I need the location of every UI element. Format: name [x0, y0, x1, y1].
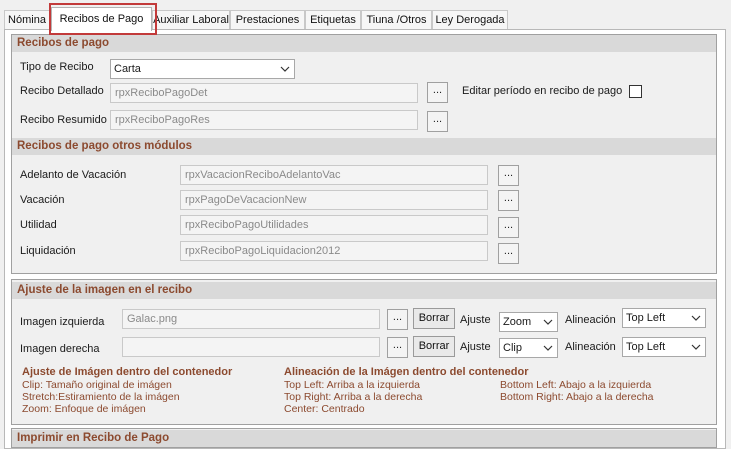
imagen-derecha-ajuste-select[interactable]: Clip — [499, 338, 558, 358]
alineacion-label: Alineación — [565, 341, 616, 353]
recibo-resumido-label: Recibo Resumido — [20, 114, 107, 126]
recibo-detallado-label: Recibo Detallado — [20, 85, 104, 97]
utilidad-field[interactable]: rpxReciboPagoUtilidades — [180, 215, 488, 235]
section-title-recibos: Recibos de pago — [12, 35, 716, 52]
ajuste-label: Ajuste — [460, 341, 491, 353]
imagen-derecha-borrar-button[interactable]: Borrar — [413, 336, 455, 357]
recibo-detallado-browse-button[interactable]: ... — [427, 82, 448, 103]
recibo-detallado-field[interactable]: rpxReciboPagoDet — [110, 83, 418, 103]
adelanto-vacacion-label: Adelanto de Vacación — [20, 169, 127, 181]
ajuste-label: Ajuste — [460, 314, 491, 326]
vacacion-browse-button[interactable]: ... — [498, 190, 519, 211]
imagen-derecha-browse-button[interactable]: ... — [387, 337, 408, 358]
section-title-ajuste: Ajuste de la imagen en el recibo — [12, 282, 716, 299]
editar-periodo-label: Editar período en recibo de pago — [462, 85, 623, 97]
tipo-recibo-select[interactable]: Carta — [110, 59, 295, 79]
ajuste-group: Ajuste de la imagen en el recibo Imagen … — [11, 279, 717, 425]
legend-alineacion-item: Bottom Right: Abajo a la derecha — [500, 391, 654, 403]
tab-label: Ley Derogada — [435, 14, 505, 26]
utilidad-browse-button[interactable]: ... — [498, 217, 519, 238]
chevron-down-icon — [691, 315, 701, 321]
alineacion-value: Top Left — [626, 312, 666, 324]
adelanto-vacacion-field[interactable]: rpxVacacionReciboAdelantoVac — [180, 165, 488, 185]
liquidacion-browse-button[interactable]: ... — [498, 243, 519, 264]
recibo-resumido-field[interactable]: rpxReciboPagoRes — [110, 110, 418, 130]
tab-label: Tiuna /Otros — [366, 14, 427, 26]
imagen-derecha-label: Imagen derecha — [20, 343, 100, 355]
tab-ley-derogada[interactable]: Ley Derogada — [432, 10, 508, 29]
legend-alineacion-item: Center: Centrado — [284, 403, 365, 415]
chevron-down-icon — [691, 344, 701, 350]
imagen-izquierda-label: Imagen izquierda — [20, 316, 105, 328]
vacacion-field[interactable]: rpxPagoDeVacacionNew — [180, 190, 488, 210]
tab-prestaciones[interactable]: Prestaciones — [230, 10, 305, 29]
chevron-down-icon — [280, 66, 290, 72]
imagen-derecha-alineacion-select[interactable]: Top Left — [622, 337, 706, 357]
tipo-recibo-label: Tipo de Recibo — [20, 61, 94, 73]
adelanto-vacacion-browse-button[interactable]: ... — [498, 165, 519, 186]
tab-tiuna-otros[interactable]: Tiuna /Otros — [361, 10, 432, 29]
liquidacion-field[interactable]: rpxReciboPagoLiquidacion2012 — [180, 241, 488, 261]
legend-alineacion-title: Alineación de la Imágen dentro del conte… — [284, 366, 529, 378]
alineacion-label: Alineación — [565, 314, 616, 326]
liquidacion-label: Liquidación — [20, 245, 76, 257]
legend-ajuste-item: Clip: Tamaño original de imágen — [22, 379, 172, 391]
ajuste-value: Zoom — [503, 316, 532, 328]
tab-panel: Recibos de pago Tipo de Recibo Carta Rec… — [4, 29, 726, 449]
imagen-derecha-field[interactable] — [122, 337, 380, 357]
utilidad-label: Utilidad — [20, 219, 57, 231]
legend-ajuste-item: Stretch:Estiramiento de la imágen — [22, 391, 180, 403]
imprimir-group: Imprimir en Recibo de Pago — [11, 428, 717, 448]
imagen-izquierda-field[interactable]: Galac.png — [122, 309, 380, 329]
chevron-down-icon — [543, 345, 553, 351]
editar-periodo-checkbox[interactable] — [629, 85, 642, 98]
imagen-izquierda-browse-button[interactable]: ... — [387, 309, 408, 330]
tab-nomina[interactable]: Nómina — [4, 10, 50, 29]
tab-label: Auxiliar Laboral — [153, 14, 229, 26]
recibo-resumido-browse-button[interactable]: ... — [427, 111, 448, 132]
imagen-izquierda-alineacion-select[interactable]: Top Left — [622, 308, 706, 328]
section-title-otros: Recibos de pago otros módulos — [12, 138, 716, 155]
legend-alineacion-item: Top Right: Arriba a la derecha — [284, 391, 423, 403]
alineacion-value: Top Left — [626, 341, 666, 353]
tab-recibos-de-pago[interactable]: Recibos de Pago — [51, 7, 152, 31]
legend-alineacion-item: Top Left: Arriba a la izquierda — [284, 379, 420, 391]
imagen-izquierda-ajuste-select[interactable]: Zoom — [499, 312, 558, 332]
tab-label: Etiquetas — [310, 14, 356, 26]
section-title-imprimir: Imprimir en Recibo de Pago — [12, 430, 716, 447]
tab-label: Recibos de Pago — [59, 13, 144, 25]
tab-label: Nómina — [8, 14, 46, 26]
ajuste-value: Clip — [503, 342, 522, 354]
legend-alineacion-item: Bottom Left: Abajo a la izquierda — [500, 379, 652, 391]
tab-auxiliar-laboral[interactable]: Auxiliar Laboral — [152, 10, 230, 29]
tab-etiquetas[interactable]: Etiquetas — [305, 10, 361, 29]
tipo-recibo-value: Carta — [114, 63, 141, 75]
imagen-izquierda-borrar-button[interactable]: Borrar — [413, 308, 455, 329]
chevron-down-icon — [543, 319, 553, 325]
recibos-group: Recibos de pago Tipo de Recibo Carta Rec… — [11, 34, 717, 274]
legend-ajuste-title: Ajuste de Imágen dentro del contenedor — [22, 366, 233, 378]
legend-ajuste-item: Zoom: Enfoque de imágen — [22, 403, 146, 415]
vacacion-label: Vacación — [20, 194, 65, 206]
tab-label: Prestaciones — [235, 14, 300, 26]
